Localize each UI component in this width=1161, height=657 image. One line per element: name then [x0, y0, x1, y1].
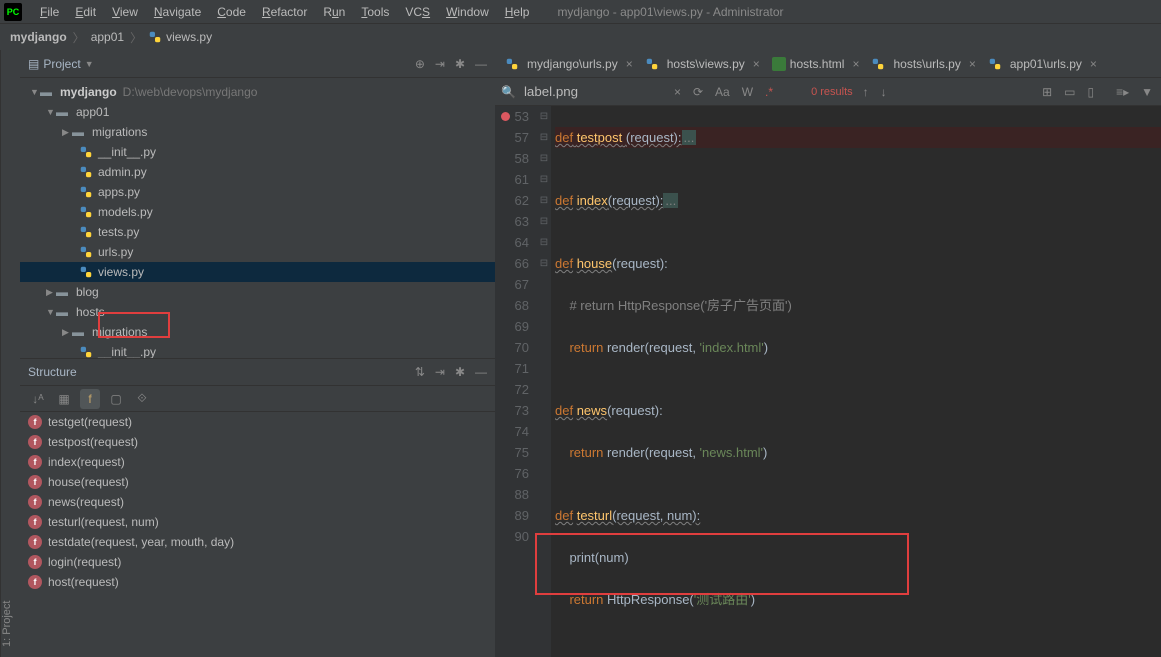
- structure-title: Structure: [28, 365, 415, 379]
- structure-list[interactable]: ftestget(request) ftestpost(request) fin…: [20, 412, 495, 657]
- struct-house[interactable]: house(request): [48, 475, 129, 489]
- project-view-icon: ▤: [28, 57, 39, 71]
- filter-icon[interactable]: ▼: [1139, 85, 1155, 99]
- breadcrumb-file[interactable]: views.py: [166, 30, 212, 44]
- hide-icon[interactable]: —: [475, 57, 487, 71]
- tree-urls[interactable]: urls.py: [98, 245, 133, 259]
- tree-apps[interactable]: apps.py: [98, 185, 140, 199]
- fold-gutter[interactable]: ⊟⊟⊟⊟⊟⊟⊟⊟: [537, 106, 551, 657]
- code-editor[interactable]: 53 57 58 61 62 63 64 66 67 68 69 70 71 7…: [495, 106, 1161, 657]
- structure-hide-icon[interactable]: —: [475, 365, 487, 379]
- sort-alpha-icon[interactable]: ↓ᴬ: [28, 389, 48, 409]
- menu-file[interactable]: File: [32, 5, 67, 19]
- structure-toolbar: ↓ᴬ ▦ f ▢ ⟐: [20, 386, 495, 412]
- menu-help[interactable]: Help: [497, 5, 538, 19]
- next-match-icon[interactable]: ↓: [879, 85, 889, 99]
- regex-toggle-icon[interactable]: .*: [763, 85, 775, 99]
- struct-index[interactable]: index(request): [48, 455, 125, 469]
- structure-settings-icon[interactable]: ✱: [455, 365, 465, 379]
- struct-testdate[interactable]: testdate(request, year, mouth, day): [48, 535, 234, 549]
- show-fields-icon[interactable]: f: [80, 389, 100, 409]
- structure-panel-header: Structure ⇅ ⇥ ✱ —: [20, 358, 495, 386]
- source-code[interactable]: def testpost (request):... def index(req…: [551, 106, 1161, 657]
- tree-models[interactable]: models.py: [98, 205, 153, 219]
- tab-mydjango-urls[interactable]: mydjango\urls.py×: [499, 51, 639, 77]
- breadcrumb-module[interactable]: app01: [91, 30, 124, 44]
- tree-tests[interactable]: tests.py: [98, 225, 139, 239]
- struct-login[interactable]: login(request): [48, 555, 121, 569]
- left-toolbar[interactable]: 1: Project: [0, 50, 20, 657]
- menu-window[interactable]: Window: [438, 5, 497, 19]
- struct-testget[interactable]: testget(request): [48, 415, 132, 429]
- words-icon[interactable]: W: [740, 85, 755, 99]
- menu-navigate[interactable]: Navigate: [146, 5, 209, 19]
- close-icon[interactable]: ×: [626, 57, 633, 71]
- tree-app01[interactable]: app01: [76, 105, 109, 119]
- structure-sort-icon[interactable]: ⇅: [415, 365, 425, 379]
- find-bar: 🔍 × ⟳ Aa W .* 0 results ↑ ↓ ⊞ ▭ ▯ ≡▸ ▼: [495, 78, 1161, 106]
- editor-tabs: mydjango\urls.py× hosts\views.py× hosts.…: [495, 50, 1161, 78]
- breadcrumb-project[interactable]: mydjango: [10, 30, 67, 44]
- breadcrumb: mydjango 〉 app01 〉 views.py: [0, 24, 1161, 50]
- regex-icon[interactable]: ⟳: [691, 85, 705, 99]
- tab-hosts-views[interactable]: hosts\views.py×: [639, 51, 766, 77]
- clear-icon[interactable]: ×: [672, 85, 683, 99]
- menu-vcs[interactable]: VCS: [397, 5, 438, 19]
- structure-expand-icon[interactable]: ⇥: [435, 365, 445, 379]
- autoscroll-icon[interactable]: ⟐: [132, 389, 152, 409]
- select-all-icon[interactable]: ▭: [1062, 85, 1077, 99]
- menu-view[interactable]: View: [104, 5, 146, 19]
- breakpoint-icon: 53: [495, 106, 529, 127]
- tree-migrations[interactable]: migrations: [92, 125, 147, 139]
- tree-init[interactable]: __init__.py: [98, 145, 156, 159]
- locate-icon[interactable]: ⊕: [415, 57, 425, 71]
- pycharm-logo: PC: [4, 3, 22, 21]
- struct-host[interactable]: host(request): [48, 575, 119, 589]
- struct-news[interactable]: news(request): [48, 495, 124, 509]
- match-case-icon[interactable]: Aa: [713, 85, 732, 99]
- menu-code[interactable]: Code: [209, 5, 254, 19]
- title-bar: PC File Edit View Navigate Code Refactor…: [0, 0, 1161, 24]
- window-title: mydjango - app01\views.py - Administrato…: [557, 5, 783, 19]
- menu-edit[interactable]: Edit: [67, 5, 104, 19]
- search-icon: 🔍: [501, 85, 516, 99]
- tree-hosts-init[interactable]: __init__.py: [98, 345, 156, 358]
- struct-testurl[interactable]: testurl(request, num): [48, 515, 159, 529]
- collapse-icon[interactable]: ⇥: [435, 57, 445, 71]
- tree-views[interactable]: views.py: [98, 265, 144, 279]
- remove-selection-icon[interactable]: ▯: [1085, 85, 1096, 99]
- prev-match-icon[interactable]: ↑: [861, 85, 871, 99]
- project-view-title[interactable]: Project: [43, 57, 80, 71]
- show-members-icon[interactable]: ▦: [54, 389, 74, 409]
- menu-tools[interactable]: Tools: [353, 5, 397, 19]
- find-results: 0 results: [811, 86, 853, 98]
- project-panel-header: ▤Project ▼ ⊕ ⇥ ✱ —: [20, 50, 495, 78]
- struct-testpost[interactable]: testpost(request): [48, 435, 138, 449]
- tab-app01-urls[interactable]: app01\urls.py×: [982, 51, 1103, 77]
- find-input[interactable]: [524, 84, 664, 99]
- html-file-icon: [772, 57, 786, 71]
- tree-admin[interactable]: admin.py: [98, 165, 147, 179]
- tree-hosts-migrations[interactable]: migrations: [92, 325, 147, 339]
- python-file-icon: [148, 30, 162, 44]
- tree-hosts[interactable]: hosts: [76, 305, 105, 319]
- settings-icon[interactable]: ✱: [455, 57, 465, 71]
- line-gutter[interactable]: 53 57 58 61 62 63 64 66 67 68 69 70 71 7…: [495, 106, 537, 657]
- menu-refactor[interactable]: Refactor: [254, 5, 315, 19]
- tab-hosts-urls[interactable]: hosts\urls.py×: [865, 51, 981, 77]
- show-inherited-icon[interactable]: ▢: [106, 389, 126, 409]
- menu-run[interactable]: Run: [315, 5, 353, 19]
- project-tree[interactable]: ▼▬mydjangoD:\web\devops\mydjango ▼▬app01…: [20, 78, 495, 358]
- tab-hosts-html[interactable]: hosts.html×: [766, 51, 866, 77]
- tree-root[interactable]: mydjango: [60, 85, 117, 99]
- add-selection-icon[interactable]: ⊞: [1040, 85, 1054, 99]
- tree-blog[interactable]: blog: [76, 285, 99, 299]
- find-settings-icon[interactable]: ≡▸: [1114, 85, 1131, 99]
